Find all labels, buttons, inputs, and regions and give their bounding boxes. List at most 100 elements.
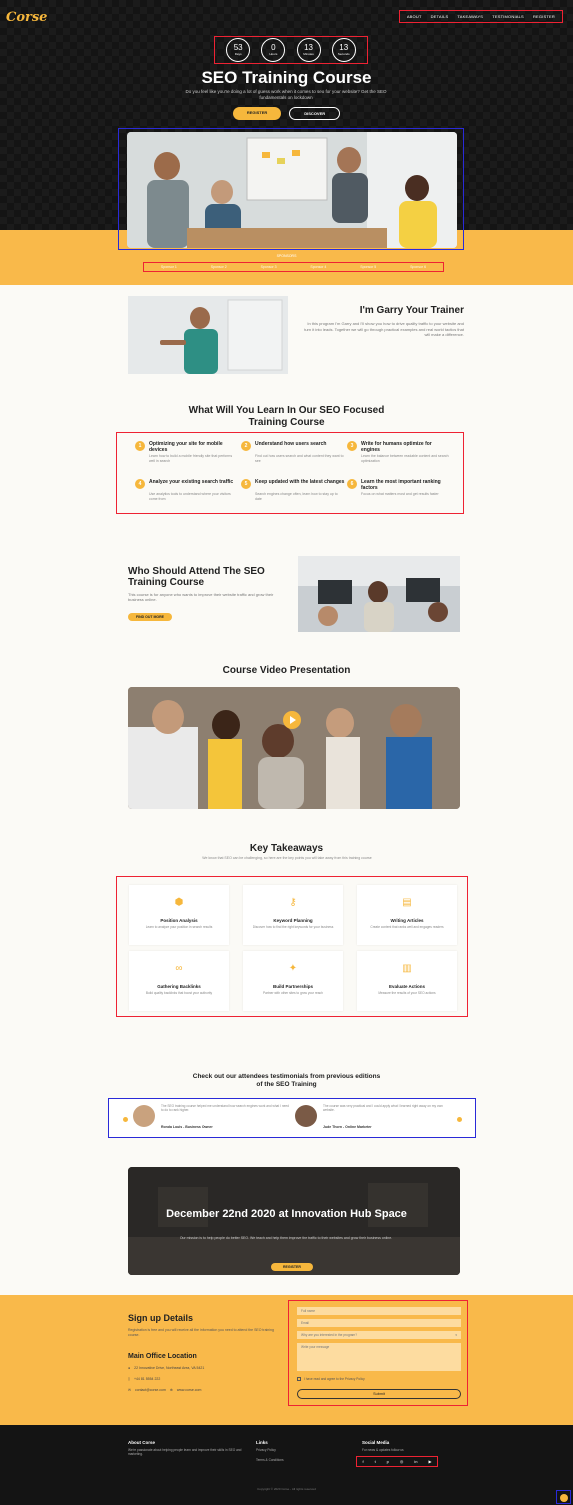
event-text: Our mission is to help people do better … <box>179 1236 393 1240</box>
message-textarea[interactable]: Write your message <box>297 1343 461 1371</box>
takeaway-description: Measure the results of your SEO actions <box>378 991 436 995</box>
takeaway-name: Writing Articles <box>390 918 424 923</box>
sponsor-logo: Sponsor 1 <box>160 265 177 269</box>
terms-checkbox[interactable] <box>297 1377 301 1381</box>
slider-next-dot[interactable] <box>457 1117 462 1122</box>
takeaway-card: ▥ Evaluate Actions Measure the results o… <box>357 951 457 1011</box>
takeaway-description: Discover how to find the right keywords … <box>252 925 334 929</box>
find-out-more-button[interactable]: FIND OUT MORE <box>128 613 172 621</box>
register-button[interactable]: REGISTER <box>232 107 282 120</box>
video-title: Course Video Presentation <box>222 665 351 676</box>
twitter-icon[interactable]: t <box>375 1459 376 1464</box>
interest-select[interactable]: Why are you interested in the program? ▾ <box>297 1331 461 1339</box>
footer-link-terms[interactable]: Terms & Conditions <box>256 1458 284 1462</box>
avatar <box>295 1105 317 1127</box>
testimonials-title: Check out our attendees testimonials fro… <box>192 1073 381 1088</box>
nav-register[interactable]: REGISTER <box>530 13 558 20</box>
takeaway-name: Keyword Planning <box>273 918 313 923</box>
signup-text: Registration is free and you will receiv… <box>128 1328 274 1337</box>
takeaway-name: Build Partnerships <box>272 984 313 989</box>
hero-subtitle: Do you feel like you're doing a lot of g… <box>185 89 387 100</box>
footer-link-privacy[interactable]: Privacy Policy <box>256 1448 276 1452</box>
footer <box>0 1425 573 1505</box>
globe-icon: ⊕ <box>169 1388 173 1392</box>
page: Corse ABOUT DETAILS TAKEAWAYS TESTIMONIA… <box>0 0 573 1505</box>
footer-social-title: Social Media <box>362 1440 390 1445</box>
countdown-minutes: 13 Minutes <box>296 38 321 62</box>
learn-number: 6 <box>347 479 357 489</box>
trainer-photo <box>128 296 288 374</box>
countdown-seconds: 13 Seconds <box>331 38 356 62</box>
email-field[interactable]: Email <box>297 1319 461 1327</box>
main-nav: ABOUT DETAILS TAKEAWAYS TESTIMONIALS REG… <box>398 10 563 23</box>
phone-icon: ▯ <box>128 1377 130 1381</box>
avatar <box>133 1105 155 1127</box>
signup-form: Full name Email Why are you interested i… <box>288 1300 468 1406</box>
location-icon: ● <box>128 1366 131 1370</box>
mail-icon: ✉ <box>128 1388 131 1392</box>
nav-about[interactable]: ABOUT <box>404 13 425 20</box>
learn-description: Search engines change often, learn how t… <box>255 492 338 501</box>
video-thumbnail <box>128 687 460 809</box>
signup-title: Sign up Details <box>128 1313 194 1323</box>
document-icon: ▤ <box>402 897 412 908</box>
takeaway-name: Position Analysis <box>160 918 198 923</box>
learn-heading: Learn the most important ranking factors <box>361 479 441 491</box>
takeaways-title: Key Takeaways <box>249 843 324 854</box>
takeaways-subtitle: We know that SEO can be challenging, so … <box>202 856 372 860</box>
takeaway-description: Learn to analyze your position in search… <box>145 925 213 929</box>
learn-number: 3 <box>347 441 357 451</box>
terms-row: I have read and agree to the Privacy Pol… <box>297 1377 365 1381</box>
testimonial-author: Ronda Louis - Business Owner <box>161 1125 213 1129</box>
takeaway-card: ✦ Build Partnerships Partner with other … <box>243 951 343 1011</box>
logo[interactable]: Corse <box>6 10 47 25</box>
who-text: This course is for anyone who wants to i… <box>128 592 274 602</box>
learn-heading: Analyze your existing search traffic <box>149 479 234 485</box>
footer-about-text: We're passionate about helping people le… <box>128 1448 242 1457</box>
who-title: Who Should Attend The SEO Training Cours… <box>128 566 265 588</box>
footer-about-title: About Corse <box>128 1440 155 1445</box>
takeaway-card: ⬢ Position Analysis Learn to analyze you… <box>129 885 229 945</box>
sponsor-logos: Sponsor 1 Sponsor 2 Sponsor 3 Sponsor 4 … <box>143 262 444 272</box>
event-banner <box>128 1167 460 1275</box>
nav-details[interactable]: DETAILS <box>428 13 452 20</box>
learn-description: Learn the balance between readable conte… <box>361 454 449 463</box>
event-title: December 22nd 2020 at Innovation Hub Spa… <box>166 1208 407 1220</box>
office-phone: ▯ +44 81 5554 222 <box>128 1377 161 1381</box>
nav-testimonials[interactable]: TESTIMONIALS <box>489 13 527 20</box>
sponsor-logo: Sponsor 3 <box>260 265 277 269</box>
scroll-to-top-button[interactable] <box>556 1490 571 1504</box>
nav-takeaways[interactable]: TAKEAWAYS <box>454 13 486 20</box>
linkedin-icon[interactable]: in <box>414 1459 417 1464</box>
hero-image-frame <box>118 128 464 250</box>
learn-number: 1 <box>135 441 145 451</box>
learn-number: 5 <box>241 479 251 489</box>
hero-buttons: REGISTER DISCOVER <box>0 107 573 120</box>
hero-image <box>127 132 457 248</box>
chevron-down-icon: ▾ <box>455 1333 457 1337</box>
sponsor-logo: Sponsor 5 <box>360 265 377 269</box>
takeaway-name: Evaluate Actions <box>388 984 426 989</box>
youtube-icon[interactable]: ▶ <box>428 1459 431 1464</box>
facebook-icon[interactable]: f <box>362 1459 363 1464</box>
slider-prev-dot[interactable] <box>123 1117 128 1122</box>
link-icon: ∞ <box>175 963 183 974</box>
pinterest-icon[interactable]: p <box>387 1459 389 1464</box>
submit-button[interactable]: Submit <box>297 1389 461 1399</box>
sponsors-label: SPONSORS <box>276 254 297 258</box>
instagram-icon[interactable]: ◎ <box>400 1459 404 1464</box>
trainer-title: I'm Garry Your Trainer <box>359 305 464 316</box>
cube-icon: ⬢ <box>174 897 184 908</box>
handshake-icon: ✦ <box>288 963 298 974</box>
who-photo <box>298 556 460 632</box>
key-icon: ⚷ <box>289 897 297 908</box>
name-field[interactable]: Full name <box>297 1307 461 1315</box>
play-button[interactable] <box>283 711 301 729</box>
takeaways-grid: ⬢ Position Analysis Learn to analyze you… <box>116 876 468 1017</box>
learn-description: Focus on what matters most and get resul… <box>361 492 439 496</box>
takeaway-card: ⚷ Keyword Planning Discover how to find … <box>243 885 343 945</box>
discover-button[interactable]: DISCOVER <box>289 107 341 120</box>
event-register-button[interactable]: REGISTER <box>271 1263 313 1271</box>
course-video[interactable] <box>128 687 460 809</box>
office-contact: ✉ contact@corse.com ⊕ www.corse.com <box>128 1388 202 1392</box>
